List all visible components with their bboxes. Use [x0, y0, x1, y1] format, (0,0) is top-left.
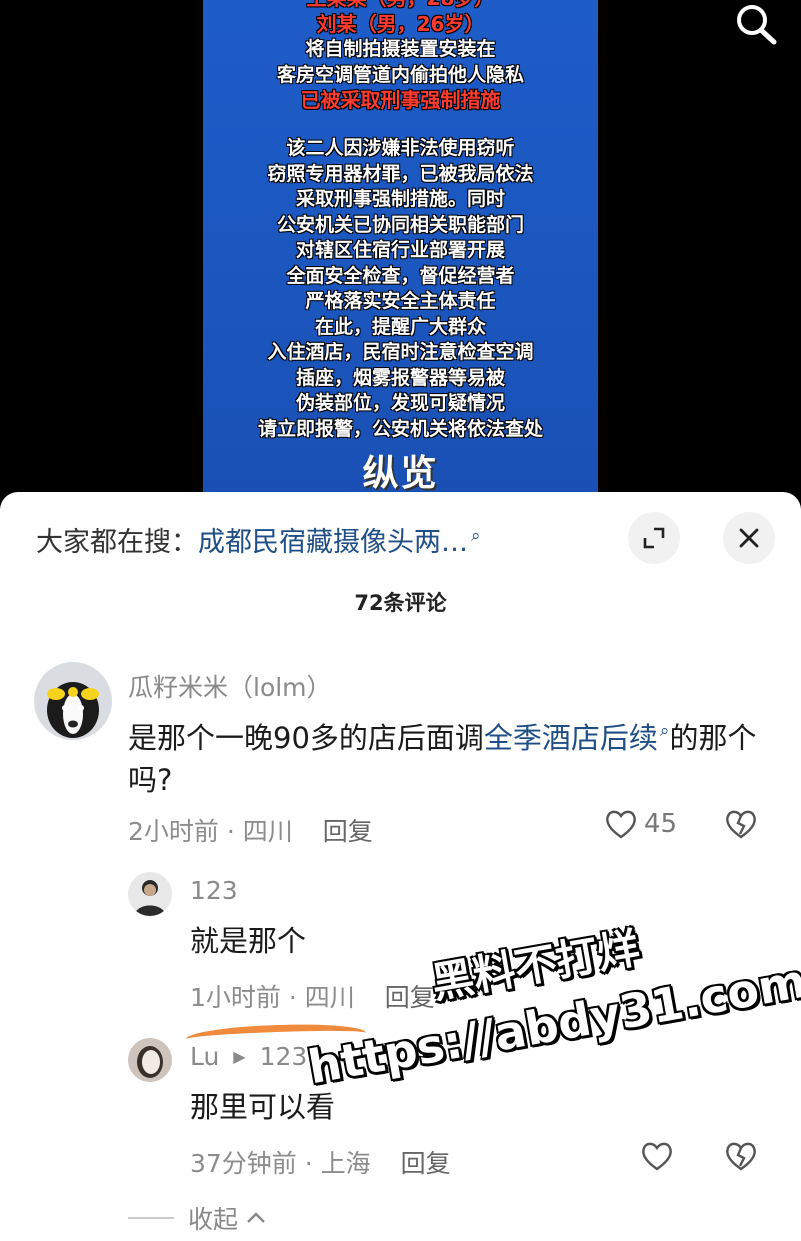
- video-body-line: 伪装部位，发现可疑情况: [295, 392, 505, 414]
- video-body-line: 采取刑事强制措施。同时: [295, 188, 505, 210]
- video-headline: 王某某（男，28岁） 刘某（男，26岁） 将自制拍摄装置安装在 客房空调管道内偷…: [203, 0, 598, 114]
- comment-text-part: 是那个一晚90多的店后面调: [128, 721, 484, 755]
- like-button[interactable]: 45: [604, 808, 677, 840]
- broken-heart-icon: [726, 1142, 756, 1171]
- comment-text: 就是那个: [190, 924, 307, 958]
- person-avatar-icon: [128, 1038, 172, 1082]
- reply-button[interactable]: 回复: [401, 1149, 451, 1178]
- person-avatar-icon: [128, 872, 172, 916]
- collapse-label: 收起: [188, 1205, 239, 1234]
- avatar[interactable]: [128, 872, 172, 916]
- hot-search-bar[interactable]: 大家都在搜：成都民宿藏摄像头两… ⌕: [36, 520, 481, 559]
- search-icon: [737, 5, 777, 45]
- video-title-line: 将自制拍摄装置安装在: [305, 38, 496, 60]
- hot-search-term[interactable]: 成都民宿藏摄像头两…: [198, 527, 468, 558]
- comment-username[interactable]: 123: [190, 876, 238, 905]
- search-button[interactable]: [728, 0, 782, 46]
- video-body-line: 公安机关已协同相关职能部门: [276, 213, 524, 236]
- video-player[interactable]: 王某某（男，28岁） 刘某（男，26岁） 将自制拍摄装置安装在 客房空调管道内偷…: [0, 0, 801, 520]
- comment-count: 72条评论: [354, 591, 447, 615]
- heart-icon: [642, 1142, 672, 1171]
- video-body-line: 入住酒店，民宿时注意检查空调: [267, 341, 534, 363]
- comment-meta: 2小时前 · 四川 回复: [128, 812, 373, 848]
- dislike-button[interactable]: [724, 1140, 758, 1172]
- comment-sheet: 大家都在搜：成都民宿藏摄像头两… ⌕ 72条评论 瓜籽米米（lolm） 是那个一晚…: [0, 492, 801, 1241]
- like-count: 45: [644, 809, 678, 839]
- search-small-icon: ⌕: [471, 526, 481, 546]
- comment-text: 是那个一晚90多的店后面调全季酒店后续 ⌕的那个吗?: [128, 710, 768, 801]
- expand-button[interactable]: [628, 512, 680, 564]
- video-head-line: 王某某（男，28岁）: [203, 0, 598, 12]
- expand-icon: [643, 527, 665, 549]
- comment-time-location: 1小时前 · 四川: [190, 983, 355, 1012]
- comment-meta: 37分钟前 · 上海 回复: [190, 1144, 451, 1180]
- video-red-line: 已被采取刑事强制措施: [300, 88, 501, 112]
- avatar[interactable]: [128, 1038, 172, 1082]
- video-logo: 纵览: [362, 452, 439, 494]
- broken-heart-icon: [726, 810, 756, 839]
- comment-meta: 1小时前 · 四川 回复: [190, 978, 435, 1014]
- hot-search-label: 大家都在搜：: [36, 527, 198, 558]
- video-body-line: 该二人因涉嫌非法使用窃听: [286, 137, 515, 159]
- video-body-line: 窃照专用器材罪，已被我局依法: [267, 162, 534, 185]
- video-body-line: 在此，提醒广大群众: [314, 315, 486, 338]
- chevron-up-icon: [247, 1212, 265, 1223]
- like-button[interactable]: [640, 1140, 674, 1172]
- video-body-line: 全面安全检查，督促经营者: [286, 264, 515, 287]
- close-icon: [739, 528, 759, 548]
- dog-avatar-icon: [34, 662, 112, 740]
- reply-arrow-icon: ▶: [233, 1047, 246, 1066]
- close-button[interactable]: [723, 512, 775, 564]
- avatar[interactable]: [34, 662, 112, 740]
- comment-time-location: 37分钟前 · 上海: [190, 1149, 371, 1178]
- reply-button[interactable]: 回复: [385, 983, 435, 1012]
- video-frame: 王某某（男，28岁） 刘某（男，26岁） 将自制拍摄装置安装在 客房空调管道内偷…: [203, 0, 598, 500]
- comment-username[interactable]: 瓜籽米米（lolm）: [128, 668, 332, 704]
- video-title-line: 客房空调管道内偷拍他人隐私: [276, 63, 524, 86]
- comment-search-link[interactable]: 全季酒店后续: [484, 721, 658, 755]
- video-body-line: 插座，烟雾报警器等易被: [295, 366, 505, 389]
- collapse-replies-button[interactable]: 收起: [128, 1200, 268, 1236]
- video-body-text: 该二人因涉嫌非法使用窃听 窃照专用器材罪，已被我局依法 采取刑事强制措施。同时 …: [203, 136, 598, 442]
- comment-time-location: 2小时前 · 四川: [128, 817, 293, 846]
- video-head-line: 刘某（男，26岁）: [316, 11, 485, 36]
- video-body-line: 对辖区住宿行业部署开展: [295, 239, 505, 261]
- dislike-button[interactable]: [724, 808, 758, 840]
- video-body-line: 请立即报警，公安机关将依法查处: [257, 417, 543, 440]
- heart-icon: [606, 810, 636, 839]
- video-body-line: 严格落实安全主体责任: [305, 290, 496, 312]
- divider: [128, 1217, 174, 1219]
- reply-button[interactable]: 回复: [323, 817, 373, 846]
